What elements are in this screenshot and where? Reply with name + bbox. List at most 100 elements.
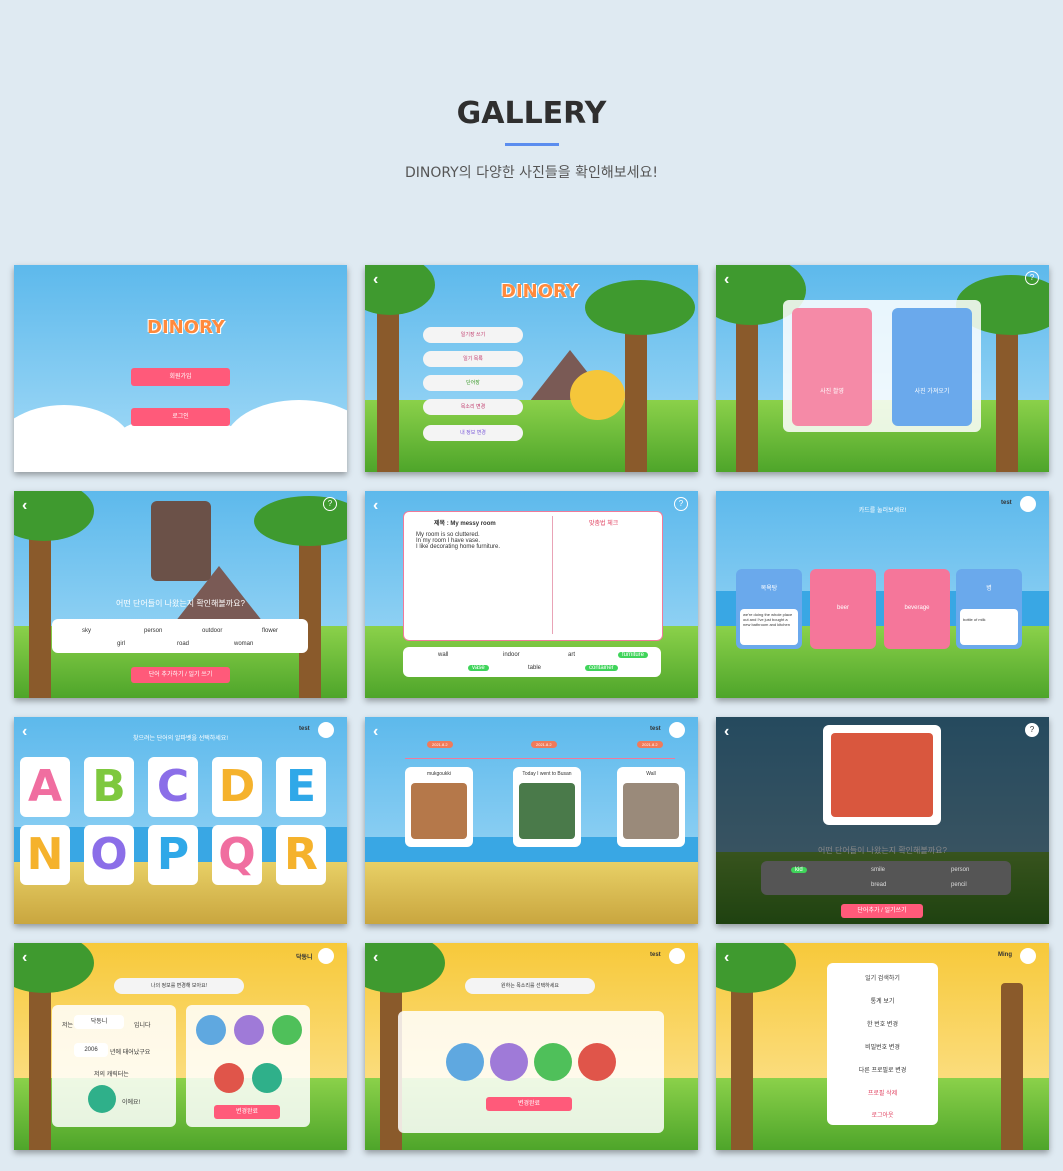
word-card[interactable]: beverage [884, 569, 950, 649]
menu-item[interactable]: 일기 검색하기 [827, 973, 938, 982]
letter-tile[interactable]: D [212, 757, 262, 817]
save-button[interactable]: 변경완료 [214, 1105, 280, 1119]
login-button[interactable]: 로그인 [131, 408, 230, 426]
letter-tile[interactable]: P [148, 825, 198, 885]
add-word-write-diary-button[interactable]: 단어 추가하기 / 일기 쓰기 [131, 667, 230, 683]
menu-voice[interactable]: 목소리 변경 [423, 399, 523, 415]
menu-item-logout[interactable]: 로그아웃 [827, 1110, 938, 1119]
help-icon[interactable]: ? [1025, 271, 1039, 285]
back-icon[interactable]: ‹ [22, 949, 27, 967]
character-option-icon[interactable] [234, 1015, 264, 1045]
avatar[interactable] [1020, 496, 1036, 512]
word-chip[interactable]: bread [871, 882, 886, 888]
word-chip[interactable]: flower [262, 628, 278, 634]
word-chip[interactable]: container [585, 665, 618, 671]
signup-button[interactable]: 회원가입 [131, 368, 230, 386]
avatar[interactable] [318, 948, 334, 964]
word-chip[interactable]: art [568, 652, 575, 658]
word-chip[interactable]: person [951, 867, 969, 873]
birth-year-field[interactable]: 2006 [74, 1043, 108, 1057]
diary-body[interactable]: My room is so cluttered. In my room I ha… [416, 532, 536, 550]
word-card[interactable]: 병 bottle of milk [956, 569, 1022, 649]
help-icon[interactable]: ? [323, 497, 337, 511]
gallery-shot-word-check[interactable]: ‹ ? 어떤 단어들이 나왔는지 확인해볼까요? sky person outd… [14, 491, 347, 698]
name-field[interactable]: 닥동니 [74, 1015, 124, 1029]
voice-option-icon[interactable] [446, 1043, 484, 1081]
word-chip[interactable]: pencil [951, 882, 967, 888]
word-chip[interactable]: kid [791, 867, 807, 873]
word-chip[interactable]: furniture [618, 652, 649, 658]
menu-item[interactable]: 통계 보기 [827, 996, 938, 1005]
back-icon[interactable]: ‹ [22, 497, 27, 515]
gallery-shot-word-cards[interactable]: 카드를 눌러보세요! test 목욕탕 we're doing the whol… [716, 491, 1049, 698]
character-option-icon[interactable] [214, 1063, 244, 1093]
back-icon[interactable]: ‹ [373, 497, 378, 515]
letter-tile[interactable]: B [84, 757, 134, 817]
letter-tile[interactable]: N [20, 825, 70, 885]
word-chip[interactable]: road [177, 641, 189, 647]
letter-tile[interactable]: Q [212, 825, 262, 885]
voice-option-icon[interactable] [534, 1043, 572, 1081]
menu-diary-list[interactable]: 일기 목록 [423, 351, 523, 367]
letter-tile[interactable]: A [20, 757, 70, 817]
word-card[interactable]: beer [810, 569, 876, 649]
letter-tile[interactable]: C [148, 757, 198, 817]
word-card[interactable]: 목욕탕 we're doing the whole place out and … [736, 569, 802, 649]
menu-diary-write[interactable]: 일기장 쓰기 [423, 327, 523, 343]
uploaded-photo [823, 725, 941, 825]
letter-tile[interactable]: O [84, 825, 134, 885]
add-word-write-diary-button[interactable]: 단어추가 / 일기쓰기 [841, 904, 923, 918]
character-option-icon[interactable] [196, 1015, 226, 1045]
back-icon[interactable]: ‹ [373, 949, 378, 967]
gallery-shot-login[interactable]: DINORY 회원가입 로그인 [14, 265, 347, 472]
gallery-shot-diary-edit[interactable]: ‹ ? 제목 : My messy room My room is so clu… [365, 491, 698, 698]
menu-wordbook[interactable]: 단어장 [423, 375, 523, 391]
back-icon[interactable]: ‹ [724, 949, 729, 967]
letter-tile[interactable]: R [276, 825, 326, 885]
gallery-shot-main-menu[interactable]: ‹ DINORY 일기장 쓰기 일기 목록 단어장 목소리 변경 내 정보 변경 [365, 265, 698, 472]
back-icon[interactable]: ‹ [724, 271, 729, 289]
menu-item[interactable]: 비밀번호 변경 [827, 1042, 938, 1051]
gallery-shot-settings-menu[interactable]: ‹ Ming 일기 검색하기 통계 보기 한 번호 변경 비밀번호 변경 다른 … [716, 943, 1049, 1150]
avatar[interactable] [1020, 948, 1036, 964]
character-option-icon[interactable] [272, 1015, 302, 1045]
avatar[interactable] [318, 722, 334, 738]
word-chip[interactable]: girl [117, 641, 125, 647]
gallery-shot-photo-select[interactable]: ‹ ? 사진 촬영 사진 가져오기 [716, 265, 1049, 472]
word-chip[interactable]: smile [871, 867, 885, 873]
menu-item[interactable]: 한 번호 변경 [827, 1019, 938, 1028]
gallery-shot-profile-edit[interactable]: ‹ 닥동니 나의 정보를 변경해 보아요! 저는 닥동니 입니다 2006 년에… [14, 943, 347, 1150]
avatar[interactable] [669, 948, 685, 964]
voice-option-icon[interactable] [490, 1043, 528, 1081]
diary-card[interactable]: Today I went to Busan [513, 767, 581, 847]
load-photo-card[interactable]: 사진 가져오기 [892, 308, 972, 426]
gallery-shot-voice-select[interactable]: ‹ test 원하는 목소리를 선택하세요 변경완료 [365, 943, 698, 1150]
diary-card[interactable]: Wall [617, 767, 685, 847]
character-option-icon[interactable] [252, 1063, 282, 1093]
avatar[interactable] [669, 722, 685, 738]
diary-card[interactable]: mukgoukki [405, 767, 473, 847]
gallery-shot-help-overlay[interactable]: ‹ ? 어떤 단어들이 나왔는지 확인해볼까요? kid smile perso… [716, 717, 1049, 924]
word-chip[interactable]: person [144, 628, 162, 634]
word-chip[interactable]: woman [234, 641, 253, 647]
gallery-shot-alphabet[interactable]: ‹ 찾으려는 단어의 알파벳을 선택하세요! test A B C D E N … [14, 717, 347, 924]
word-chip[interactable]: wall [438, 652, 448, 658]
help-icon[interactable]: ? [674, 497, 688, 511]
menu-profile[interactable]: 내 정보 변경 [423, 425, 523, 441]
word-chip[interactable]: vase [468, 665, 489, 671]
word-chip[interactable]: outdoor [202, 628, 222, 634]
word-chip[interactable]: indoor [503, 652, 520, 658]
back-icon[interactable]: ‹ [373, 723, 378, 741]
voice-option-icon[interactable] [578, 1043, 616, 1081]
word-chip[interactable]: sky [82, 628, 91, 634]
menu-item-delete[interactable]: 프로필 삭제 [827, 1088, 938, 1097]
word-chip[interactable]: table [528, 665, 541, 671]
help-icon[interactable]: ? [1025, 723, 1039, 737]
save-button[interactable]: 변경완료 [486, 1097, 572, 1111]
take-photo-card[interactable]: 사진 촬영 [792, 308, 872, 426]
gallery-shot-diary-list[interactable]: ‹ test 2021.8.2 2021.8.2 2021.8.2 mukgou… [365, 717, 698, 924]
menu-item[interactable]: 다른 프로필로 변경 [827, 1065, 938, 1074]
back-icon[interactable]: ‹ [373, 271, 378, 289]
back-icon[interactable]: ‹ [724, 723, 729, 741]
letter-tile[interactable]: E [276, 757, 326, 817]
